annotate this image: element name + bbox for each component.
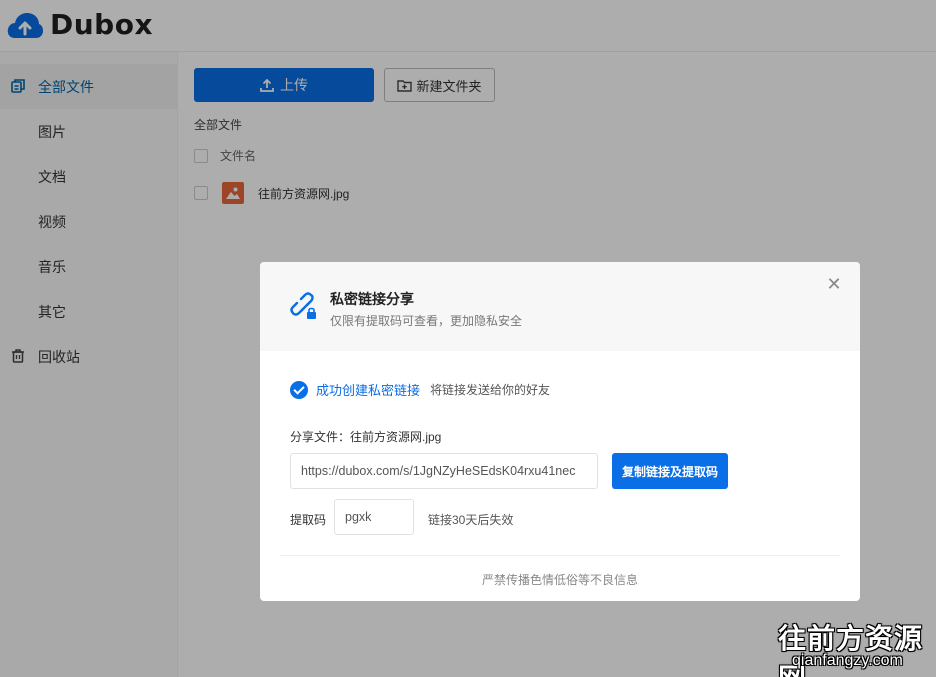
share-file-label: 分享文件：往前方资源网.jpg bbox=[290, 430, 442, 444]
expire-text: 链接30天后失效 bbox=[428, 513, 514, 527]
check-circle-icon bbox=[290, 380, 308, 399]
dialog-title: 私密链接分享 bbox=[330, 291, 414, 307]
watermark-url: qianfangzy.com bbox=[792, 652, 903, 669]
extract-code-label: 提取码 bbox=[290, 513, 327, 527]
share-dialog: 私密链接分享 仅限有提取码可查看，更加隐私安全 ✕ 成功创建私密链接 将链接发送… bbox=[260, 262, 860, 601]
dialog-subtitle: 仅限有提取码可查看，更加隐私安全 bbox=[330, 314, 523, 328]
extract-code-input[interactable] bbox=[334, 499, 414, 535]
success-message: 成功创建私密链接 将链接发送给你的好友 bbox=[290, 380, 550, 399]
divider bbox=[280, 555, 840, 556]
close-icon[interactable]: ✕ bbox=[824, 274, 844, 294]
footer-note: 严禁传播色情低俗等不良信息 bbox=[481, 573, 638, 587]
share-link-input[interactable] bbox=[290, 453, 598, 489]
copy-link-button[interactable]: 复制链接及提取码 bbox=[612, 453, 728, 489]
link-lock-icon bbox=[290, 292, 316, 319]
dialog-header: 私密链接分享 仅限有提取码可查看，更加隐私安全 ✕ bbox=[260, 262, 860, 351]
success-text: 成功创建私密链接 bbox=[316, 383, 421, 398]
success-hint: 将链接发送给你的好友 bbox=[430, 383, 551, 397]
